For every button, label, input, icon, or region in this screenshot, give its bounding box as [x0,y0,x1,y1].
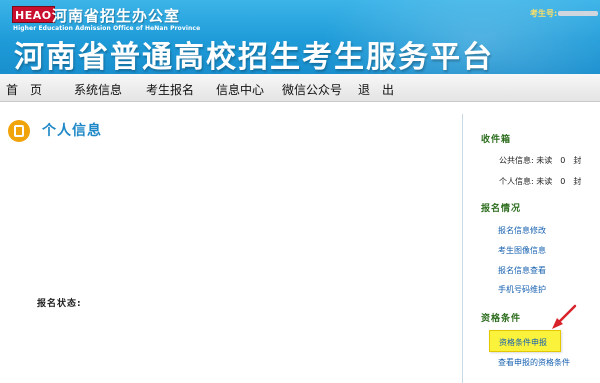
registration-status-label: 报名状态: [37,299,82,309]
qualification-apply-button[interactable]: 资格条件申报 [489,330,561,352]
heao-logo: HEAO [12,6,55,23]
qualification-title: 资格条件 [481,314,522,324]
header-banner: HEAO 河南省招生办公室 Higher Education Admission… [0,0,600,74]
link-photo-info[interactable]: 考生图像信息 [498,245,546,256]
nav-system-info[interactable]: 系统信息 [74,81,122,98]
main-content: 个人信息 报名状态: [0,103,460,383]
page-title: 个人信息 [42,123,102,139]
nav-info-center[interactable]: 信息中心 [216,81,264,98]
registration-title: 报名情况 [481,204,522,214]
sidebar: 收件箱 公共信息: 未读 0 封 个人信息: 未读 0 封 报名情况 报名信息修… [462,114,600,383]
link-edit-registration[interactable]: 报名信息修改 [498,225,546,236]
link-phone-maintenance[interactable]: 手机号码维护 [498,284,546,295]
nav-home[interactable]: 首 页 [6,81,42,98]
exam-number-label: 考生号: [530,9,558,18]
main-nav: 首 页 系统信息 考生报名 信息中心 微信公众号 退 出 [0,74,600,102]
user-info-icon [8,120,30,142]
link-view-qualification[interactable]: 查看申报的资格条件 [498,357,570,368]
red-arrow-icon [552,304,577,329]
platform-title: 河南省普通高校招生考生服务平台 [14,40,494,74]
inbox-title: 收件箱 [481,135,512,145]
nav-wechat[interactable]: 微信公众号 [282,81,342,98]
office-name-en: Higher Education Admission Office of HeN… [13,25,201,32]
nav-registration[interactable]: 考生报名 [146,81,194,98]
link-view-registration[interactable]: 报名信息查看 [498,265,546,276]
office-name: 河南省招生办公室 [52,7,181,25]
inbox-personal[interactable]: 个人信息: 未读 0 封 [499,176,581,187]
qualification-apply-label: 资格条件申报 [499,338,547,347]
inbox-public[interactable]: 公共信息: 未读 0 封 [499,155,581,166]
nav-logout[interactable]: 退 出 [358,81,394,98]
exam-number-redacted [558,11,598,16]
